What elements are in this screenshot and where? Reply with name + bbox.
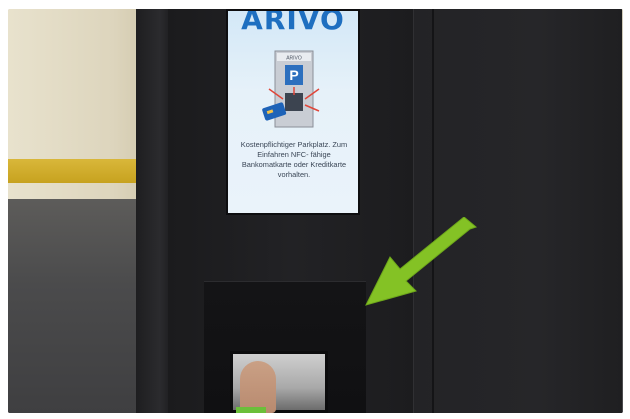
photo-frame: ARIVO ARIVO P Kostenpflichtiger Parkplat… [0,0,630,419]
kiosk-right-panel [413,9,622,413]
hand [240,361,276,413]
parking-kiosk-photo: ARIVO ARIVO P Kostenpflichtiger Parkplat… [8,9,623,413]
parking-sign-letter: P [289,67,298,83]
instruction-line: Bankomatkarte oder Kreditkarte [241,160,347,169]
instruction-line: vorhalten. [277,170,311,179]
instruction-line: Einfahren NFC- fähige [257,150,331,159]
card-tap-illustration: ARIVO P [262,50,320,128]
kiosk-panel-seam [432,9,434,413]
kiosk-instructions: Kostenpflichtiger Parkplatz. Zum Einfahr… [232,140,356,180]
green-arrow-icon [365,217,478,306]
green-card [236,407,266,413]
instruction-line: Kostenpflichtiger Parkplatz. Zum [240,140,348,149]
brand-logo: ARIVO [241,9,345,36]
kiosk-display: ARIVO ARIVO P Kostenpflichtiger Parkplat… [226,9,360,215]
illustration-kiosk-label: ARIVO [286,56,302,62]
